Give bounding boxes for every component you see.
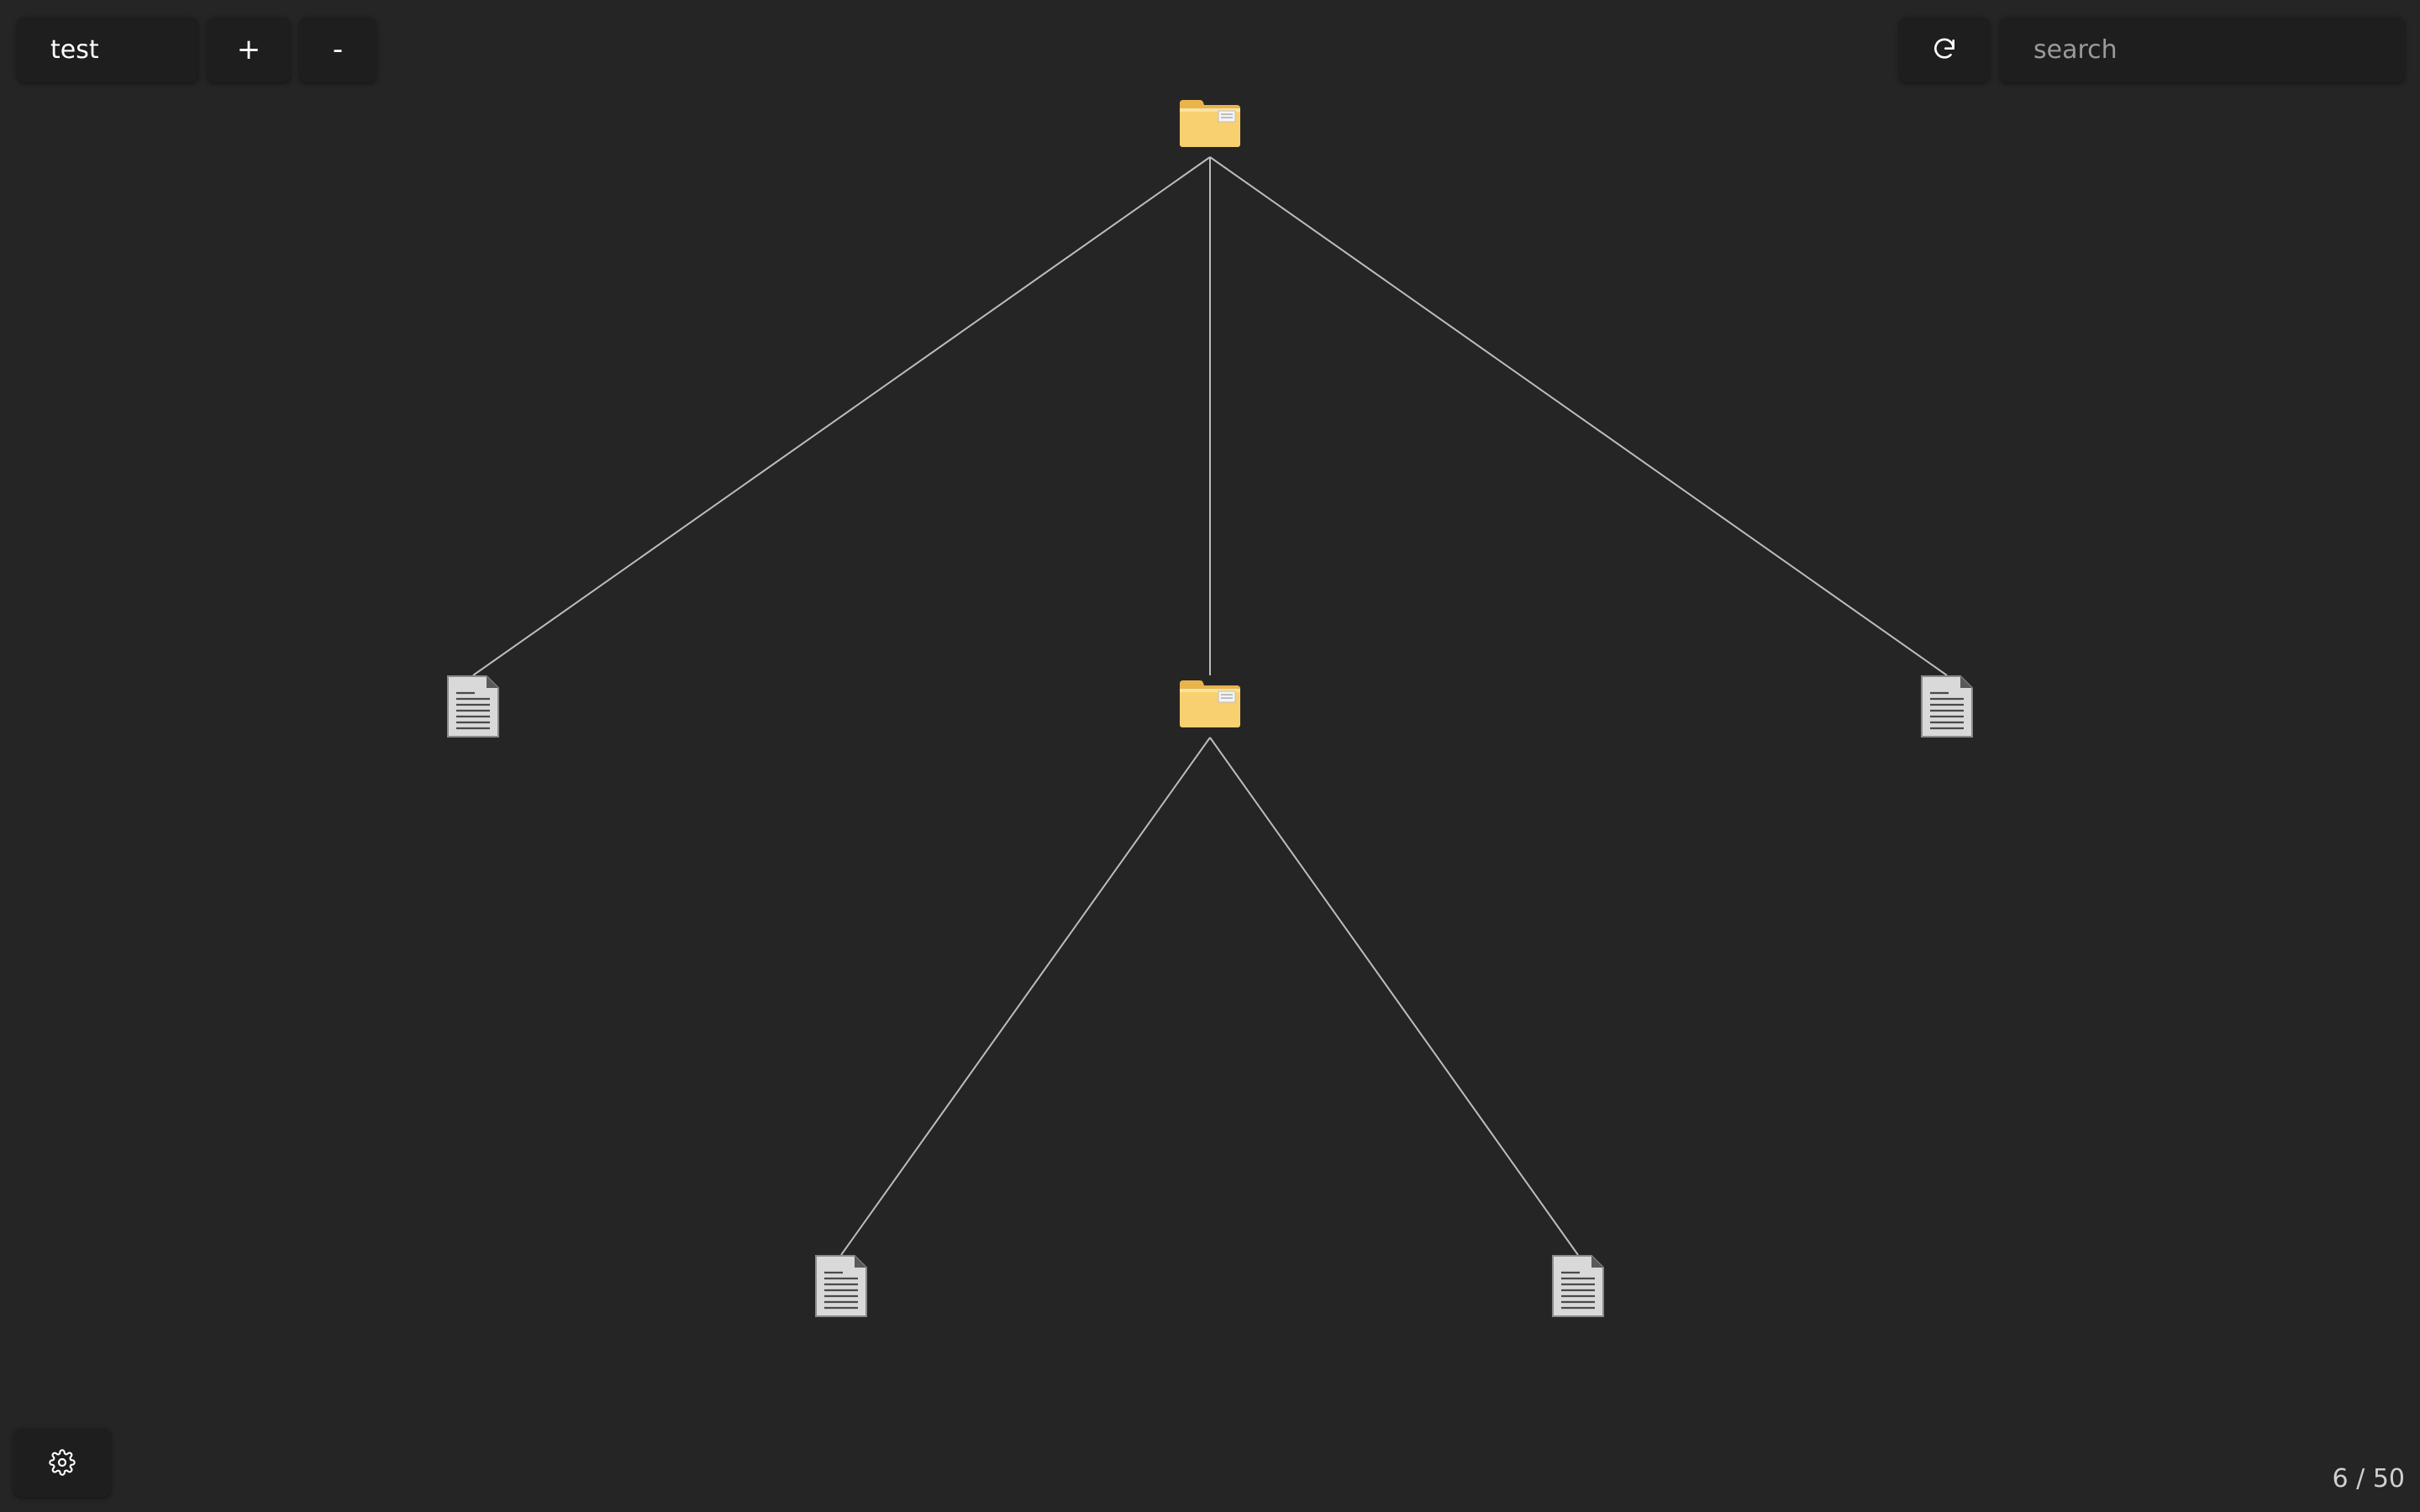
gear-icon [49,1449,76,1476]
file-icon [1920,675,1974,738]
zoom-in-label: + [236,33,261,66]
graph-name-label: test [50,34,99,65]
node-counter: 6 / 50 [2332,1464,2405,1494]
search-box[interactable] [2000,17,2405,82]
graph-view: test + - 6 / 50 [0,0,2420,1512]
folder-icon [1179,680,1241,728]
zoom-out-label: - [332,33,344,66]
node-file-left[interactable] [446,675,500,738]
zoom-in-button[interactable]: + [207,17,291,82]
file-icon [1551,1254,1605,1318]
settings-button[interactable] [13,1428,111,1497]
node-root-folder[interactable] [1179,99,1241,148]
edge-folder-middle-to-file-bottom-right [1209,737,1579,1256]
node-file-bottom-right[interactable] [1551,1254,1605,1318]
edge-root-to-file-left [472,156,1211,676]
search-input[interactable] [2000,17,2405,82]
refresh-button[interactable] [1899,17,1990,82]
edge-folder-middle-to-file-bottom-left [840,737,1211,1256]
file-icon [814,1254,868,1318]
edge-root-to-file-right [1209,156,1948,676]
zoom-out-button[interactable]: - [299,17,376,82]
node-file-right[interactable] [1920,675,1974,738]
file-icon [446,675,500,738]
refresh-icon [1934,38,1954,59]
node-folder-middle[interactable] [1179,680,1241,728]
folder-icon [1179,99,1241,148]
node-file-bottom-left[interactable] [814,1254,868,1318]
graph-name-button[interactable]: test [17,17,198,82]
tree-canvas [446,99,1974,1318]
